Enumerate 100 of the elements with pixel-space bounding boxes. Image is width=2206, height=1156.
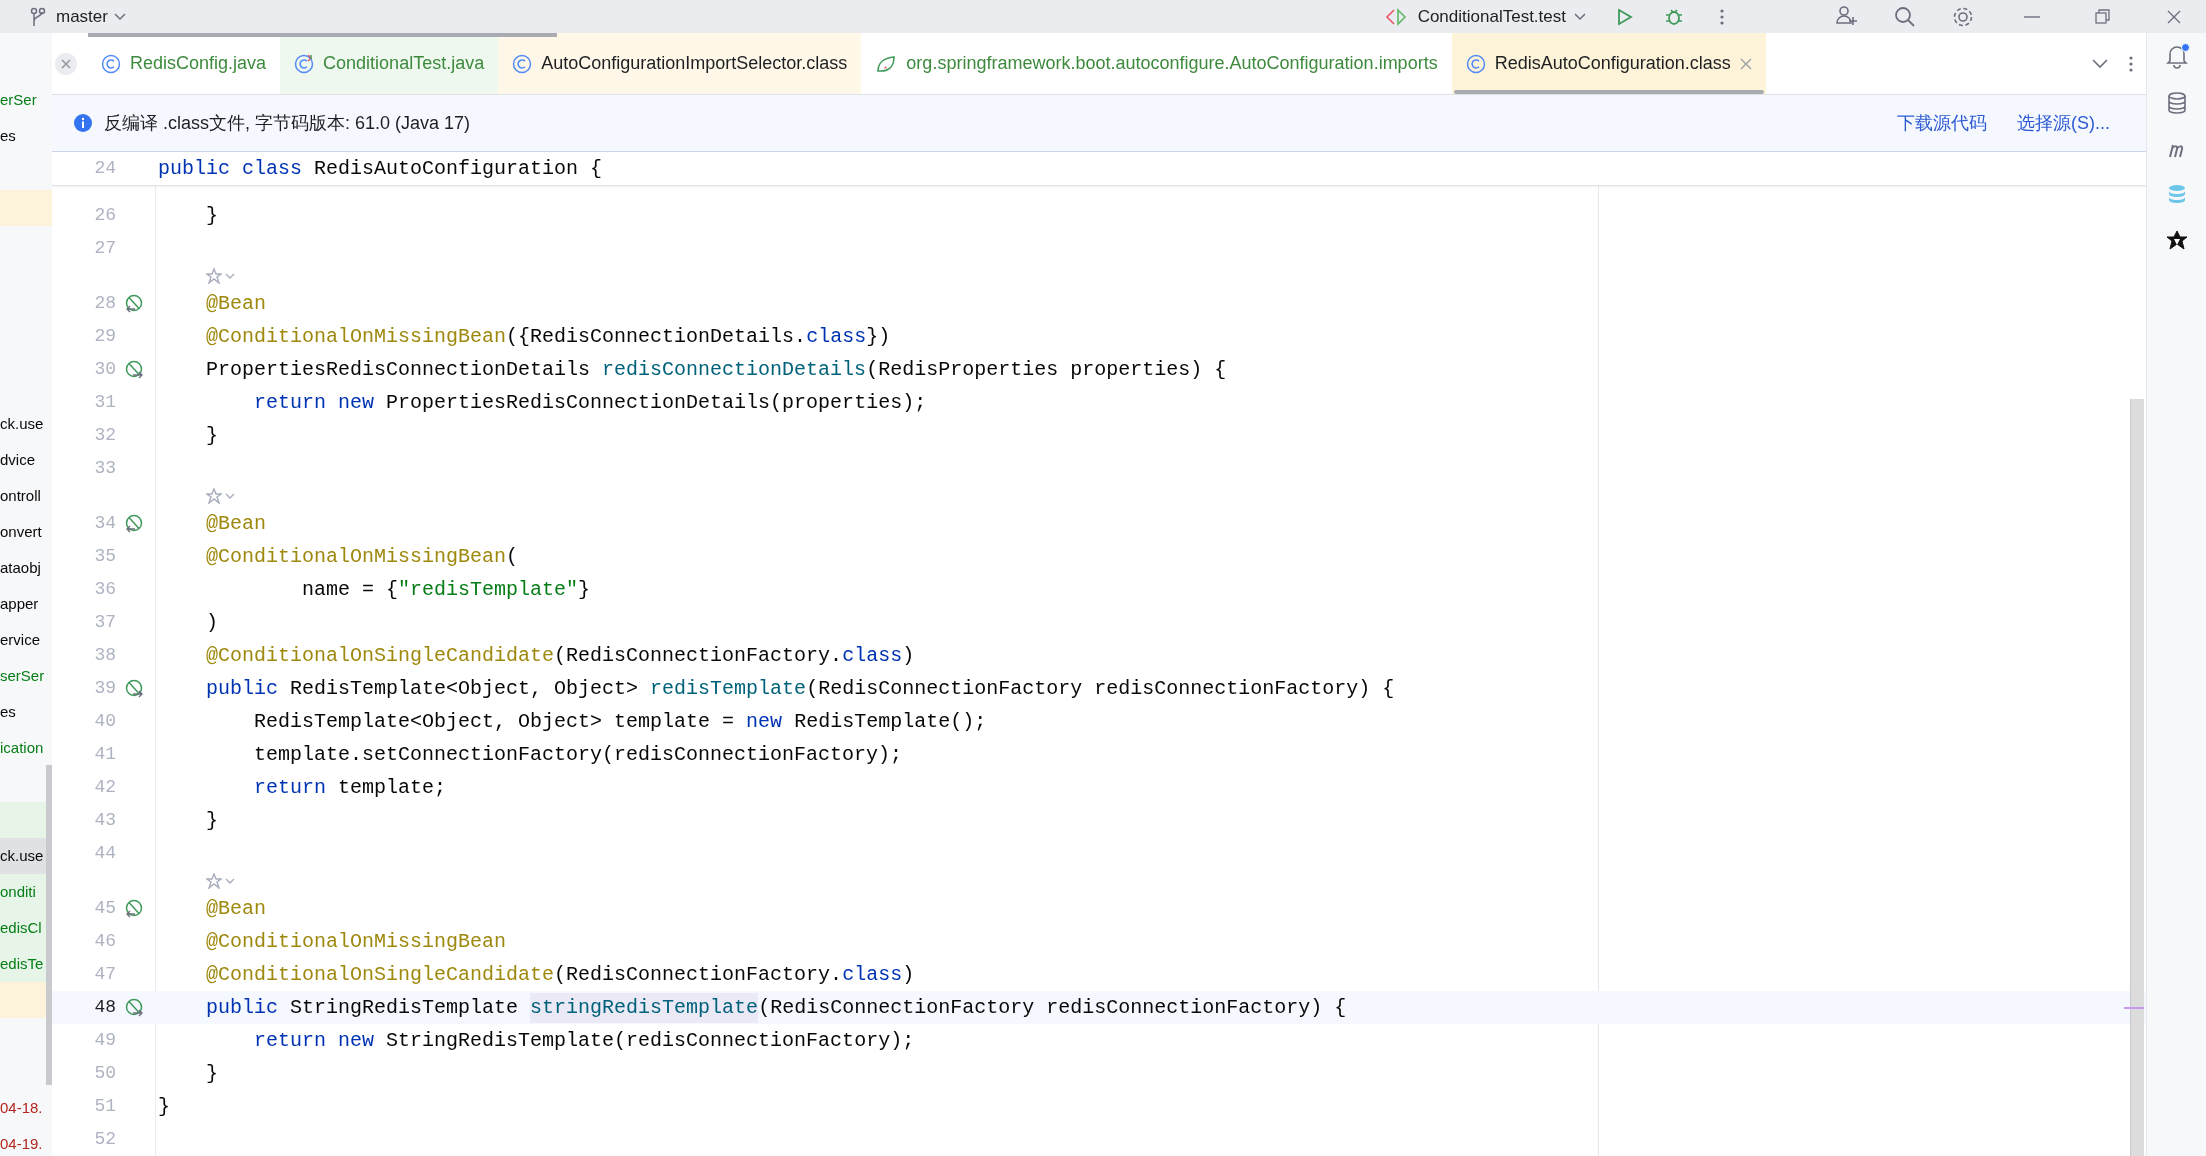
code-token: ({RedisConnectionDetails. — [506, 323, 807, 350]
code-token: ) — [902, 961, 915, 988]
code-token: } — [205, 807, 218, 834]
plugin-button[interactable] — [2164, 229, 2189, 253]
code-token: new — [746, 708, 783, 735]
code-token: ) — [205, 609, 218, 636]
tree-item[interactable]: es — [0, 700, 16, 724]
banner-link[interactable]: 选择源(S)... — [2017, 109, 2110, 137]
code-token: @ConditionalOnMissingBean — [205, 543, 507, 570]
run-config-selector[interactable]: ConditionalTest.test — [1383, 3, 1586, 30]
banner-link[interactable]: 下载源代码 — [1897, 109, 1987, 137]
code-token: redisConnectionDetails — [602, 356, 867, 383]
inlay-hint-button[interactable] — [206, 488, 235, 504]
bean-injection-icon[interactable] — [124, 513, 144, 534]
star-logo-icon — [2164, 229, 2189, 253]
code-token: public — [205, 675, 279, 702]
notifications-button[interactable] — [2163, 43, 2190, 69]
tree-item[interactable]: onditi — [0, 880, 36, 904]
code-token: RedisTemplate<Object, Object> — [289, 675, 640, 702]
bean-injection-icon[interactable] — [124, 898, 144, 919]
tree-item[interactable]: serSer — [0, 664, 45, 688]
line-number: 29 — [94, 325, 116, 348]
code-token: @Bean — [205, 290, 267, 317]
tree-item[interactable]: ck.use — [0, 412, 44, 436]
editor-tab[interactable]: RedisAutoConfiguration.class — [1451, 33, 1766, 94]
bean-declaration-icon[interactable] — [124, 678, 144, 699]
code-token: StringRedisTemplate — [289, 994, 520, 1021]
line-number: 38 — [94, 644, 116, 667]
tree-item[interactable]: ontroll — [0, 484, 41, 508]
tree-item[interactable]: ck.use — [0, 844, 44, 868]
error-stripe-mark — [2124, 1007, 2144, 1009]
tree-item[interactable]: ication — [0, 736, 44, 760]
scrollbar-thumb[interactable] — [2130, 399, 2144, 1156]
code-token: } — [578, 576, 591, 603]
minimize-button[interactable] — [2024, 15, 2040, 18]
line-number: 49 — [94, 1029, 116, 1052]
line-number: 24 — [94, 157, 116, 180]
line-number: 51 — [94, 1095, 116, 1118]
tree-item[interactable]: apper — [0, 592, 39, 616]
scrollbar-thumb[interactable] — [46, 765, 52, 1085]
code-token: RedisTemplate(); — [793, 708, 987, 735]
code-token: ( — [506, 543, 519, 570]
editor-tab[interactable]: AutoConfigurationImportSelector.class — [498, 33, 862, 94]
branch-icon — [30, 6, 46, 27]
branch-selector[interactable]: master — [56, 3, 126, 30]
restore-button[interactable] — [2092, 6, 2112, 27]
line-number: 44 — [94, 842, 116, 865]
bean-injection-icon[interactable] — [124, 293, 144, 314]
line-number: 34 — [94, 512, 116, 535]
inlay-hint-button[interactable] — [206, 873, 235, 889]
code-token: stringRedisTemplate — [530, 992, 759, 1023]
code-token: RedisAutoConfiguration { — [313, 155, 603, 182]
line-number: 36 — [94, 578, 116, 601]
bean-declaration-icon[interactable] — [124, 359, 144, 380]
chevron-down-icon — [225, 493, 235, 499]
line-number: 41 — [94, 743, 116, 766]
line-number: 26 — [94, 204, 116, 227]
more-button[interactable] — [1720, 7, 1724, 26]
line-number: 27 — [94, 237, 116, 260]
search-button[interactable] — [1894, 5, 1916, 28]
code-token: (RedisConnectionFactory. — [554, 961, 843, 988]
tree-item[interactable]: onvert — [0, 520, 42, 544]
line-number: 47 — [94, 963, 116, 986]
tree-item[interactable]: dvice — [0, 448, 36, 472]
code-token: (RedisProperties properties) { — [866, 356, 1227, 383]
debug-button[interactable] — [1664, 6, 1684, 27]
code-token: StringRedisTemplate(redisConnectionFactory); — [385, 1027, 915, 1054]
code-token: }) — [866, 323, 891, 350]
tree-item[interactable]: 04-18. — [0, 1096, 43, 1120]
search-icon — [1894, 5, 1916, 28]
line-number: 32 — [94, 424, 116, 447]
inlay-hint-button[interactable] — [206, 268, 235, 284]
line-number: 40 — [94, 710, 116, 733]
tree-item[interactable]: erSer — [0, 88, 37, 112]
line-number: 46 — [94, 930, 116, 953]
tree-item[interactable]: edisTe — [0, 952, 44, 976]
leaf-icon — [875, 53, 898, 74]
settings-button[interactable] — [1952, 5, 1974, 28]
code-token: (RedisConnectionFactory redisConnectionFactory) { — [806, 675, 1395, 702]
tree-item[interactable]: es — [0, 124, 16, 148]
code-token: name = { — [301, 576, 399, 603]
class-icon — [294, 53, 315, 74]
line-number: 39 — [94, 677, 116, 700]
settings-icon — [1952, 5, 1974, 28]
tab-scrollbar[interactable] — [88, 33, 557, 37]
code-token: public class — [158, 155, 303, 182]
minimize-icon — [2024, 15, 2040, 18]
chevron-down-icon — [113, 12, 126, 21]
tree-item[interactable]: ervice — [0, 628, 40, 652]
close-icon — [1739, 57, 1752, 70]
tree-item[interactable]: ataobj — [0, 556, 41, 580]
line-number: 33 — [94, 457, 116, 480]
tree-item[interactable]: 04-19. — [0, 1132, 43, 1156]
line-number: 52 — [94, 1128, 116, 1151]
bean-declaration-icon[interactable] — [124, 997, 144, 1018]
code-token: template.setConnectionFactory(redisConnectionFactory); — [253, 741, 903, 768]
close-tab-button[interactable] — [55, 52, 77, 75]
code-token: (RedisConnectionFactory. — [554, 642, 843, 669]
chevron-down-icon — [1574, 12, 1586, 21]
tree-item[interactable]: edisCl — [0, 916, 42, 940]
